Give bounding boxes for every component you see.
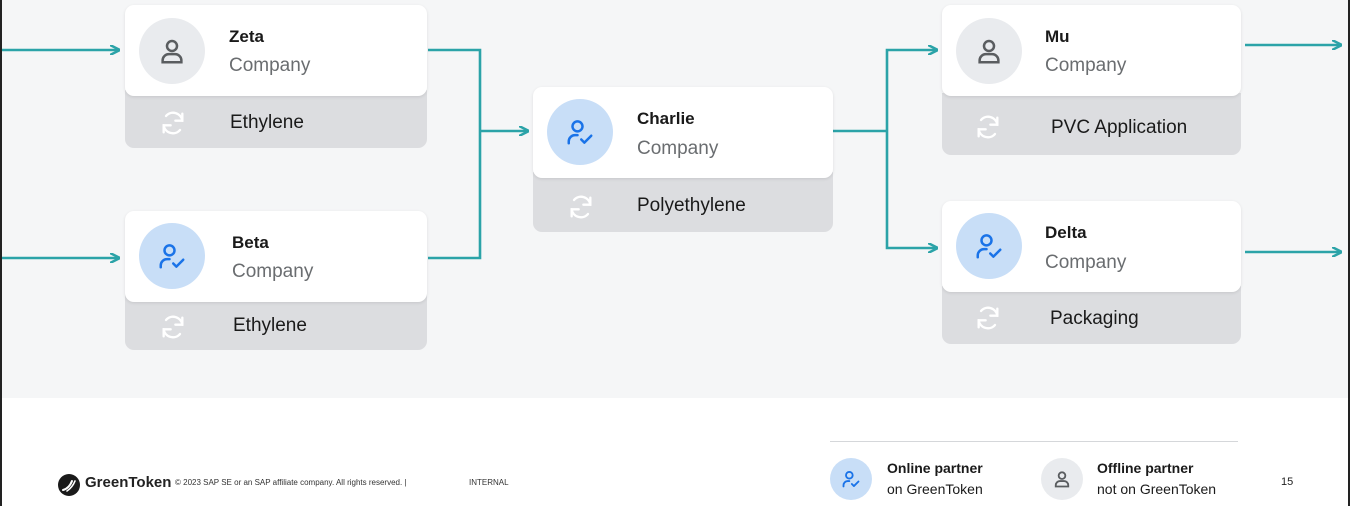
user-icon	[139, 18, 205, 84]
product-label: PVC Application	[1051, 117, 1188, 138]
connector-to-mu	[885, 50, 936, 131]
partner-card-delta[interactable]: Delta Company Packaging	[942, 201, 1241, 344]
product-label: Packaging	[1050, 308, 1139, 329]
partner-card-charlie[interactable]: Charlie Company Polyethylene	[533, 87, 833, 232]
partner-type: Company	[637, 138, 719, 159]
user-icon	[956, 18, 1022, 84]
connector-zeta-junction	[428, 48, 482, 131]
partner-type: Company	[232, 261, 314, 282]
legend-online-subtitle: on GreenToken	[887, 481, 983, 497]
partner-card-beta[interactable]: Beta Company Ethylene	[125, 211, 427, 350]
sync-icon	[974, 113, 1002, 146]
product-label: Polyethylene	[637, 195, 746, 216]
user-check-icon	[547, 99, 613, 165]
legend-offline-subtitle: not on GreenToken	[1097, 481, 1217, 497]
partner-name: Zeta	[229, 27, 264, 46]
partner-card-mu[interactable]: Mu Company PVC Application	[942, 5, 1241, 155]
page-number: 15	[1281, 476, 1294, 488]
product-label: Ethylene	[233, 315, 307, 336]
partner-type: Company	[1045, 252, 1127, 273]
legend-online-title: Online partner	[887, 460, 983, 476]
connector-to-delta	[885, 131, 936, 248]
sync-icon	[159, 313, 187, 346]
product-label: Ethylene	[230, 112, 304, 133]
user-check-icon	[139, 223, 205, 289]
greentoken-logo-icon	[57, 473, 81, 502]
partner-name: Delta	[1045, 223, 1087, 242]
classification-label: INTERNAL	[469, 478, 509, 487]
sync-icon	[567, 193, 595, 226]
user-icon	[1041, 458, 1083, 500]
sync-icon	[974, 304, 1002, 337]
sync-icon	[159, 109, 187, 142]
partner-name: Mu	[1045, 27, 1070, 46]
user-check-icon	[830, 458, 872, 500]
partner-name: Charlie	[637, 109, 695, 128]
partner-card-zeta[interactable]: Zeta Company Ethylene	[125, 5, 427, 148]
connector-beta-junction	[428, 131, 482, 260]
copyright-notice: © 2023 SAP SE or an SAP affiliate compan…	[175, 478, 407, 487]
legend-offline-title: Offline partner	[1097, 460, 1194, 476]
partner-name: Beta	[232, 233, 269, 252]
partner-type: Company	[229, 55, 311, 76]
legend-divider	[830, 441, 1238, 442]
user-check-icon	[956, 213, 1022, 279]
partner-type: Company	[1045, 55, 1127, 76]
brand-name: GreenToken	[85, 474, 172, 491]
